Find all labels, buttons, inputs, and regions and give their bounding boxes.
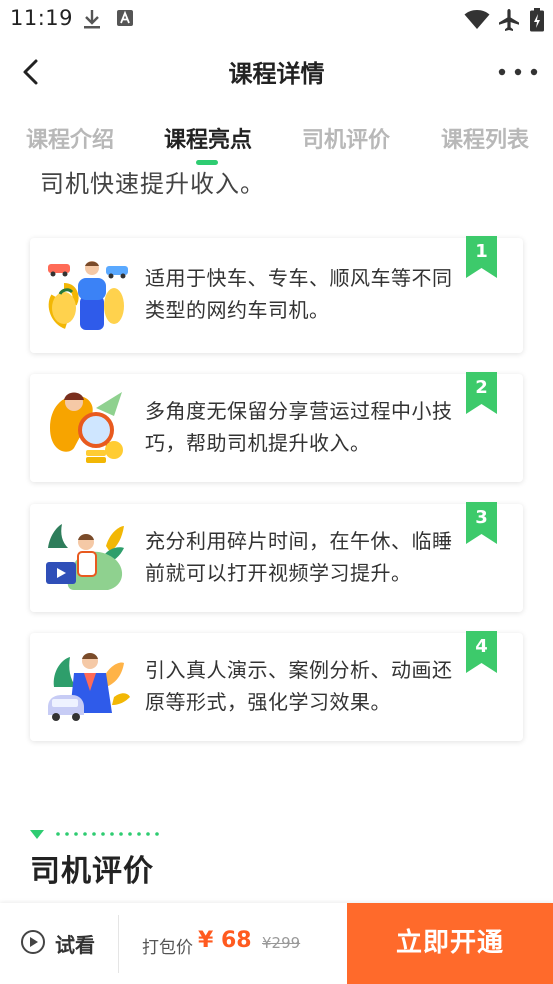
tab-bar: 课程介绍 课程亮点 司机评价 课程列表 xyxy=(0,108,553,166)
intro-text-tail: 司机快速提升收入。 xyxy=(40,170,265,198)
page-title: 课程详情 xyxy=(228,60,325,88)
download-icon xyxy=(82,8,102,34)
highlight-text-4: 引入真人演示、案例分析、动画还原等形式，强化学习效果。 xyxy=(145,658,453,714)
tab-course-list[interactable]: 课程列表 xyxy=(441,122,529,154)
app-header: 课程详情 xyxy=(0,40,553,106)
preview-label: 试看 xyxy=(55,933,95,957)
airplane-icon xyxy=(497,8,521,36)
more-dots-icon xyxy=(496,68,540,94)
highlight-card-4: 引入真人演示、案例分析、动画还原等形式，强化学习效果。 4 xyxy=(30,631,523,741)
highlight-number-2: 2 xyxy=(475,377,488,398)
magnifier-coins-illustration xyxy=(44,388,130,468)
tab-course-highlights[interactable]: 课程亮点 xyxy=(164,122,252,154)
status-bar: 11:19 xyxy=(0,0,553,38)
tab-course-intro[interactable]: 课程介绍 xyxy=(26,122,114,154)
bundle-price: ¥ 68 xyxy=(198,928,252,953)
battery-charging-icon xyxy=(530,8,544,36)
font-a-icon xyxy=(116,8,134,32)
active-tab-indicator xyxy=(196,160,218,165)
highlight-text-3: 充分利用碎片时间，在午休、临睡前就可以打开视频学习提升。 xyxy=(145,529,453,585)
bundle-price-label: 打包价 xyxy=(142,938,193,958)
highlight-number-3: 3 xyxy=(475,507,488,528)
subscribe-now-button[interactable]: 立即开通 xyxy=(347,903,553,984)
preview-button[interactable]: 试看 xyxy=(20,927,110,961)
highlight-card-2: 多角度无保留分享营运过程中小技巧，帮助司机提升收入。 2 xyxy=(30,372,523,482)
section-title-driver-reviews: 司机评价 xyxy=(30,854,154,889)
wifi-icon xyxy=(464,8,490,34)
car-demo-illustration xyxy=(44,647,130,727)
highlight-number-1: 1 xyxy=(475,241,488,262)
highlight-text-1: 适用于快车、专车、顺风车等不同类型的网约车司机。 xyxy=(145,266,453,322)
bottom-purchase-bar: 试看 打包价 ¥ 68 ¥299 立即开通 xyxy=(0,903,553,984)
highlight-card-1: 适用于快车、专车、顺风车等不同类型的网约车司机。 1 xyxy=(30,236,523,353)
highlight-text-2: 多角度无保留分享营运过程中小技巧，帮助司机提升收入。 xyxy=(145,399,453,455)
divider xyxy=(118,915,119,973)
cars-and-driver-illustration xyxy=(44,256,130,336)
section-decoration xyxy=(30,826,170,839)
tab-driver-reviews[interactable]: 司机评价 xyxy=(302,122,390,154)
play-circle-icon xyxy=(20,929,46,955)
more-button[interactable] xyxy=(496,54,540,90)
original-price: ¥299 xyxy=(262,934,301,952)
video-learning-illustration xyxy=(44,518,130,598)
highlight-number-4: 4 xyxy=(475,636,488,657)
status-time: 11:19 xyxy=(10,6,74,30)
highlight-card-3: 充分利用碎片时间，在午休、临睡前就可以打开视频学习提升。 3 xyxy=(30,502,523,612)
